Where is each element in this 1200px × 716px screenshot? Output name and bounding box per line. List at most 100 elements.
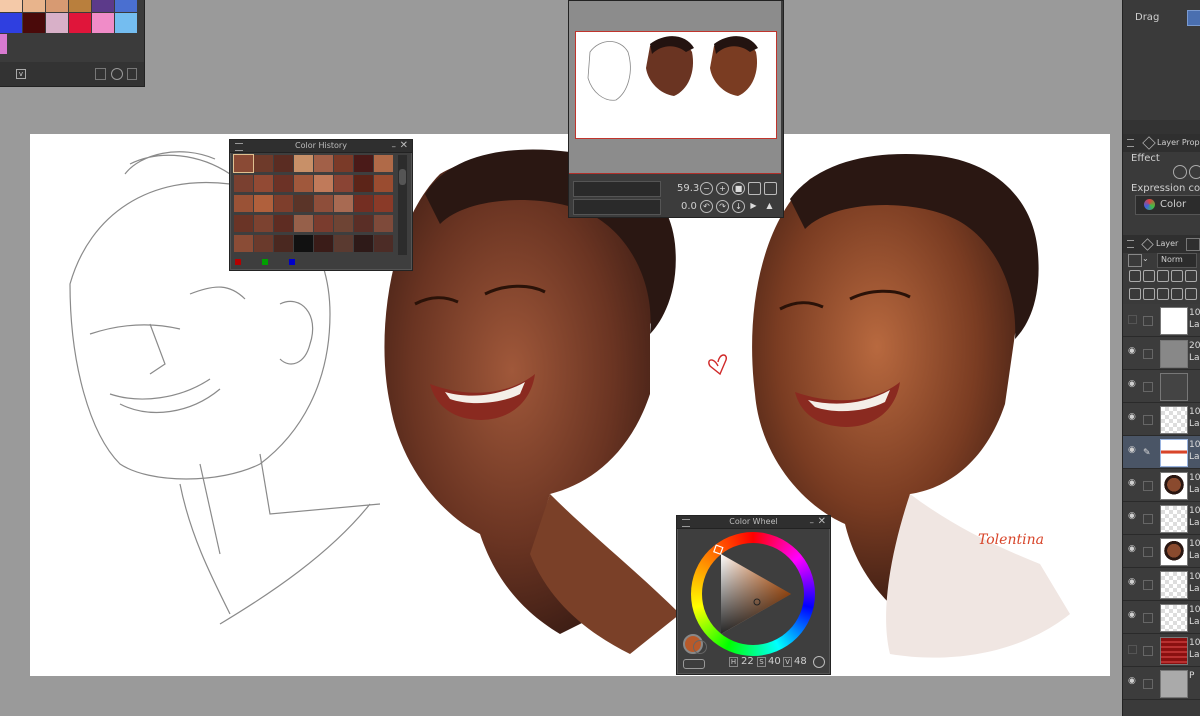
history-swatch[interactable] bbox=[354, 175, 373, 192]
replace-color-icon[interactable] bbox=[111, 68, 123, 80]
history-swatch[interactable] bbox=[234, 235, 253, 252]
history-swatch[interactable] bbox=[314, 195, 333, 212]
history-swatch[interactable] bbox=[334, 235, 353, 252]
sub-color-swatch[interactable] bbox=[693, 640, 707, 654]
layer-row[interactable]: 10 La bbox=[1123, 304, 1200, 337]
history-swatch[interactable] bbox=[274, 175, 293, 192]
layer-lock-checkbox[interactable] bbox=[1143, 349, 1153, 359]
layer-lock-checkbox[interactable] bbox=[1143, 580, 1153, 590]
flip-vertical-icon[interactable]: ▲ bbox=[764, 200, 775, 211]
layer-thumbnail[interactable] bbox=[1160, 406, 1188, 434]
history-swatch[interactable] bbox=[334, 215, 353, 232]
panel-menu-icon[interactable] bbox=[1127, 240, 1134, 248]
layer-lock-checkbox[interactable]: ✎ bbox=[1143, 448, 1151, 458]
rotate-left-icon[interactable]: ↶ bbox=[700, 200, 713, 213]
layer-lock-checkbox[interactable] bbox=[1143, 481, 1153, 491]
palette-swatch[interactable] bbox=[69, 13, 91, 33]
history-swatch[interactable] bbox=[234, 175, 253, 192]
history-swatch[interactable] bbox=[234, 215, 253, 232]
layer-thumbnail[interactable] bbox=[1160, 472, 1188, 500]
history-swatch[interactable] bbox=[334, 175, 353, 192]
layer-lock-checkbox[interactable] bbox=[1143, 613, 1153, 623]
layer-row[interactable]: ◉ 10 La bbox=[1123, 535, 1200, 568]
layer-thumbnail[interactable] bbox=[1160, 538, 1188, 566]
visibility-eye-icon[interactable] bbox=[1128, 315, 1137, 324]
palette-swatch[interactable] bbox=[23, 13, 45, 33]
layer-lock-checkbox[interactable] bbox=[1143, 679, 1153, 689]
layer-lock-checkbox[interactable] bbox=[1143, 382, 1153, 392]
layer-lock-checkbox[interactable] bbox=[1143, 415, 1153, 425]
visibility-eye-icon[interactable]: ◉ bbox=[1128, 446, 1138, 455]
color-wheel-titlebar[interactable]: Color Wheel – ✕ bbox=[677, 516, 830, 529]
layer-color-swatch[interactable] bbox=[1128, 254, 1142, 267]
history-marker[interactable] bbox=[289, 259, 295, 265]
history-swatch[interactable] bbox=[294, 195, 313, 212]
history-swatch[interactable] bbox=[314, 215, 333, 232]
add-color-icon[interactable] bbox=[95, 68, 106, 80]
visibility-eye-icon[interactable]: ◉ bbox=[1128, 677, 1138, 686]
layer-lock-checkbox[interactable] bbox=[1143, 547, 1153, 557]
layer-lock-checkbox[interactable] bbox=[1143, 514, 1153, 524]
navigator-viewport[interactable] bbox=[575, 31, 777, 139]
expression-color-select[interactable]: Color bbox=[1135, 195, 1200, 215]
effect-tone-icon[interactable] bbox=[1189, 165, 1200, 179]
drag-mode-icon[interactable] bbox=[1187, 10, 1200, 26]
palette-swatch[interactable] bbox=[115, 13, 137, 33]
history-swatch[interactable] bbox=[254, 175, 273, 192]
scrollbar-thumb[interactable] bbox=[399, 169, 406, 185]
menu-grip-icon[interactable] bbox=[235, 143, 243, 151]
history-swatch[interactable] bbox=[254, 235, 273, 252]
layer-row[interactable]: ◉ ✎ 10 La bbox=[1123, 436, 1200, 469]
layer-row[interactable]: ◉ 10 La bbox=[1123, 403, 1200, 436]
history-swatch[interactable] bbox=[274, 235, 293, 252]
history-swatch[interactable] bbox=[254, 195, 273, 212]
history-swatch[interactable] bbox=[374, 235, 393, 252]
palette-swatch[interactable] bbox=[92, 13, 114, 33]
history-swatch[interactable] bbox=[314, 235, 333, 252]
history-swatch[interactable] bbox=[274, 195, 293, 212]
layer-tab[interactable]: Layer bbox=[1156, 239, 1178, 248]
panel-menu-icon[interactable] bbox=[1127, 139, 1134, 147]
wheel-mode-icon[interactable] bbox=[813, 656, 825, 668]
layer-thumbnail[interactable] bbox=[1160, 373, 1188, 401]
layer-lock-checkbox[interactable] bbox=[1143, 316, 1153, 326]
effect-border-icon[interactable] bbox=[1173, 165, 1187, 179]
palette-swatch[interactable] bbox=[0, 0, 22, 12]
palette-swatch[interactable] bbox=[46, 0, 68, 12]
history-marker[interactable] bbox=[235, 259, 241, 265]
history-swatch[interactable] bbox=[294, 175, 313, 192]
palette-swatch[interactable] bbox=[0, 34, 7, 54]
fit-icon[interactable] bbox=[764, 182, 777, 195]
minimize-icon[interactable]: – bbox=[810, 517, 815, 529]
history-swatch[interactable] bbox=[234, 195, 253, 212]
history-swatch[interactable] bbox=[314, 175, 333, 192]
zoom-in-icon[interactable]: + bbox=[716, 182, 729, 195]
visibility-eye-icon[interactable]: ◉ bbox=[1128, 611, 1138, 620]
saturation-value-triangle[interactable] bbox=[691, 532, 815, 656]
mask-icon[interactable] bbox=[1171, 288, 1183, 300]
palette-swatch[interactable] bbox=[92, 0, 114, 12]
visibility-eye-icon[interactable]: ◉ bbox=[1128, 578, 1138, 587]
layer-thumbnail[interactable] bbox=[1160, 637, 1188, 665]
layer-thumbnail[interactable] bbox=[1160, 571, 1188, 599]
history-swatch[interactable] bbox=[334, 155, 353, 172]
layer-search-icon[interactable] bbox=[1186, 238, 1200, 251]
visibility-eye-icon[interactable]: ◉ bbox=[1128, 479, 1138, 488]
new-vector-layer-icon[interactable] bbox=[1143, 288, 1155, 300]
dropdown-chevron-icon[interactable]: ⌄ bbox=[1142, 254, 1149, 263]
new-layer-icon[interactable] bbox=[1129, 288, 1141, 300]
layer-thumbnail[interactable] bbox=[1160, 505, 1188, 533]
layer-row[interactable]: ◉ 10 La bbox=[1123, 568, 1200, 601]
h-value[interactable]: 22 bbox=[741, 656, 754, 667]
history-swatch[interactable] bbox=[354, 195, 373, 212]
zoom-slider[interactable] bbox=[573, 181, 661, 197]
history-swatch[interactable] bbox=[274, 155, 293, 172]
palette-swatch[interactable] bbox=[69, 0, 91, 12]
history-swatch[interactable] bbox=[254, 155, 273, 172]
layer-thumbnail[interactable] bbox=[1160, 439, 1188, 467]
history-marker[interactable] bbox=[262, 259, 268, 265]
layer-row[interactable]: ◉ bbox=[1123, 370, 1200, 403]
hue-ring[interactable] bbox=[691, 532, 815, 656]
new-folder-icon[interactable] bbox=[1157, 288, 1169, 300]
history-swatch[interactable] bbox=[374, 155, 393, 172]
